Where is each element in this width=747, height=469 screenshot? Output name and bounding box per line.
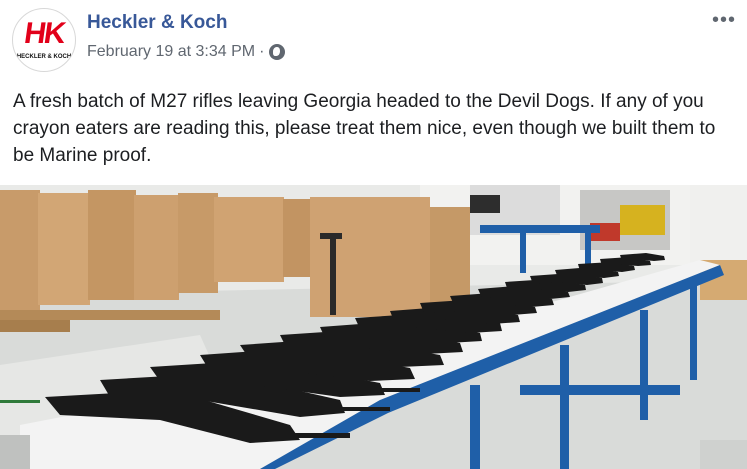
globe-icon[interactable] xyxy=(269,44,286,60)
post-meta: February 19 at 3:34 PM · xyxy=(87,43,286,61)
page-name-link[interactable]: Heckler & Koch xyxy=(87,12,227,34)
post-text: A fresh batch of M27 rifles leaving Geor… xyxy=(13,91,716,166)
rifles-on-workbench-photo xyxy=(0,185,747,469)
page-avatar[interactable]: HK HECKLER & KOCH xyxy=(12,8,76,72)
post-timestamp[interactable]: February 19 at 3:34 PM xyxy=(87,43,255,61)
post-photo[interactable] xyxy=(0,185,747,469)
hk-logo: HK xyxy=(22,17,67,50)
hk-logo-subtext: HECKLER & KOCH xyxy=(16,54,72,60)
meta-separator: · xyxy=(259,43,265,60)
post-header: HK HECKLER & KOCH Heckler & Koch Februar… xyxy=(0,0,747,80)
more-options-icon[interactable]: ••• xyxy=(712,10,736,30)
